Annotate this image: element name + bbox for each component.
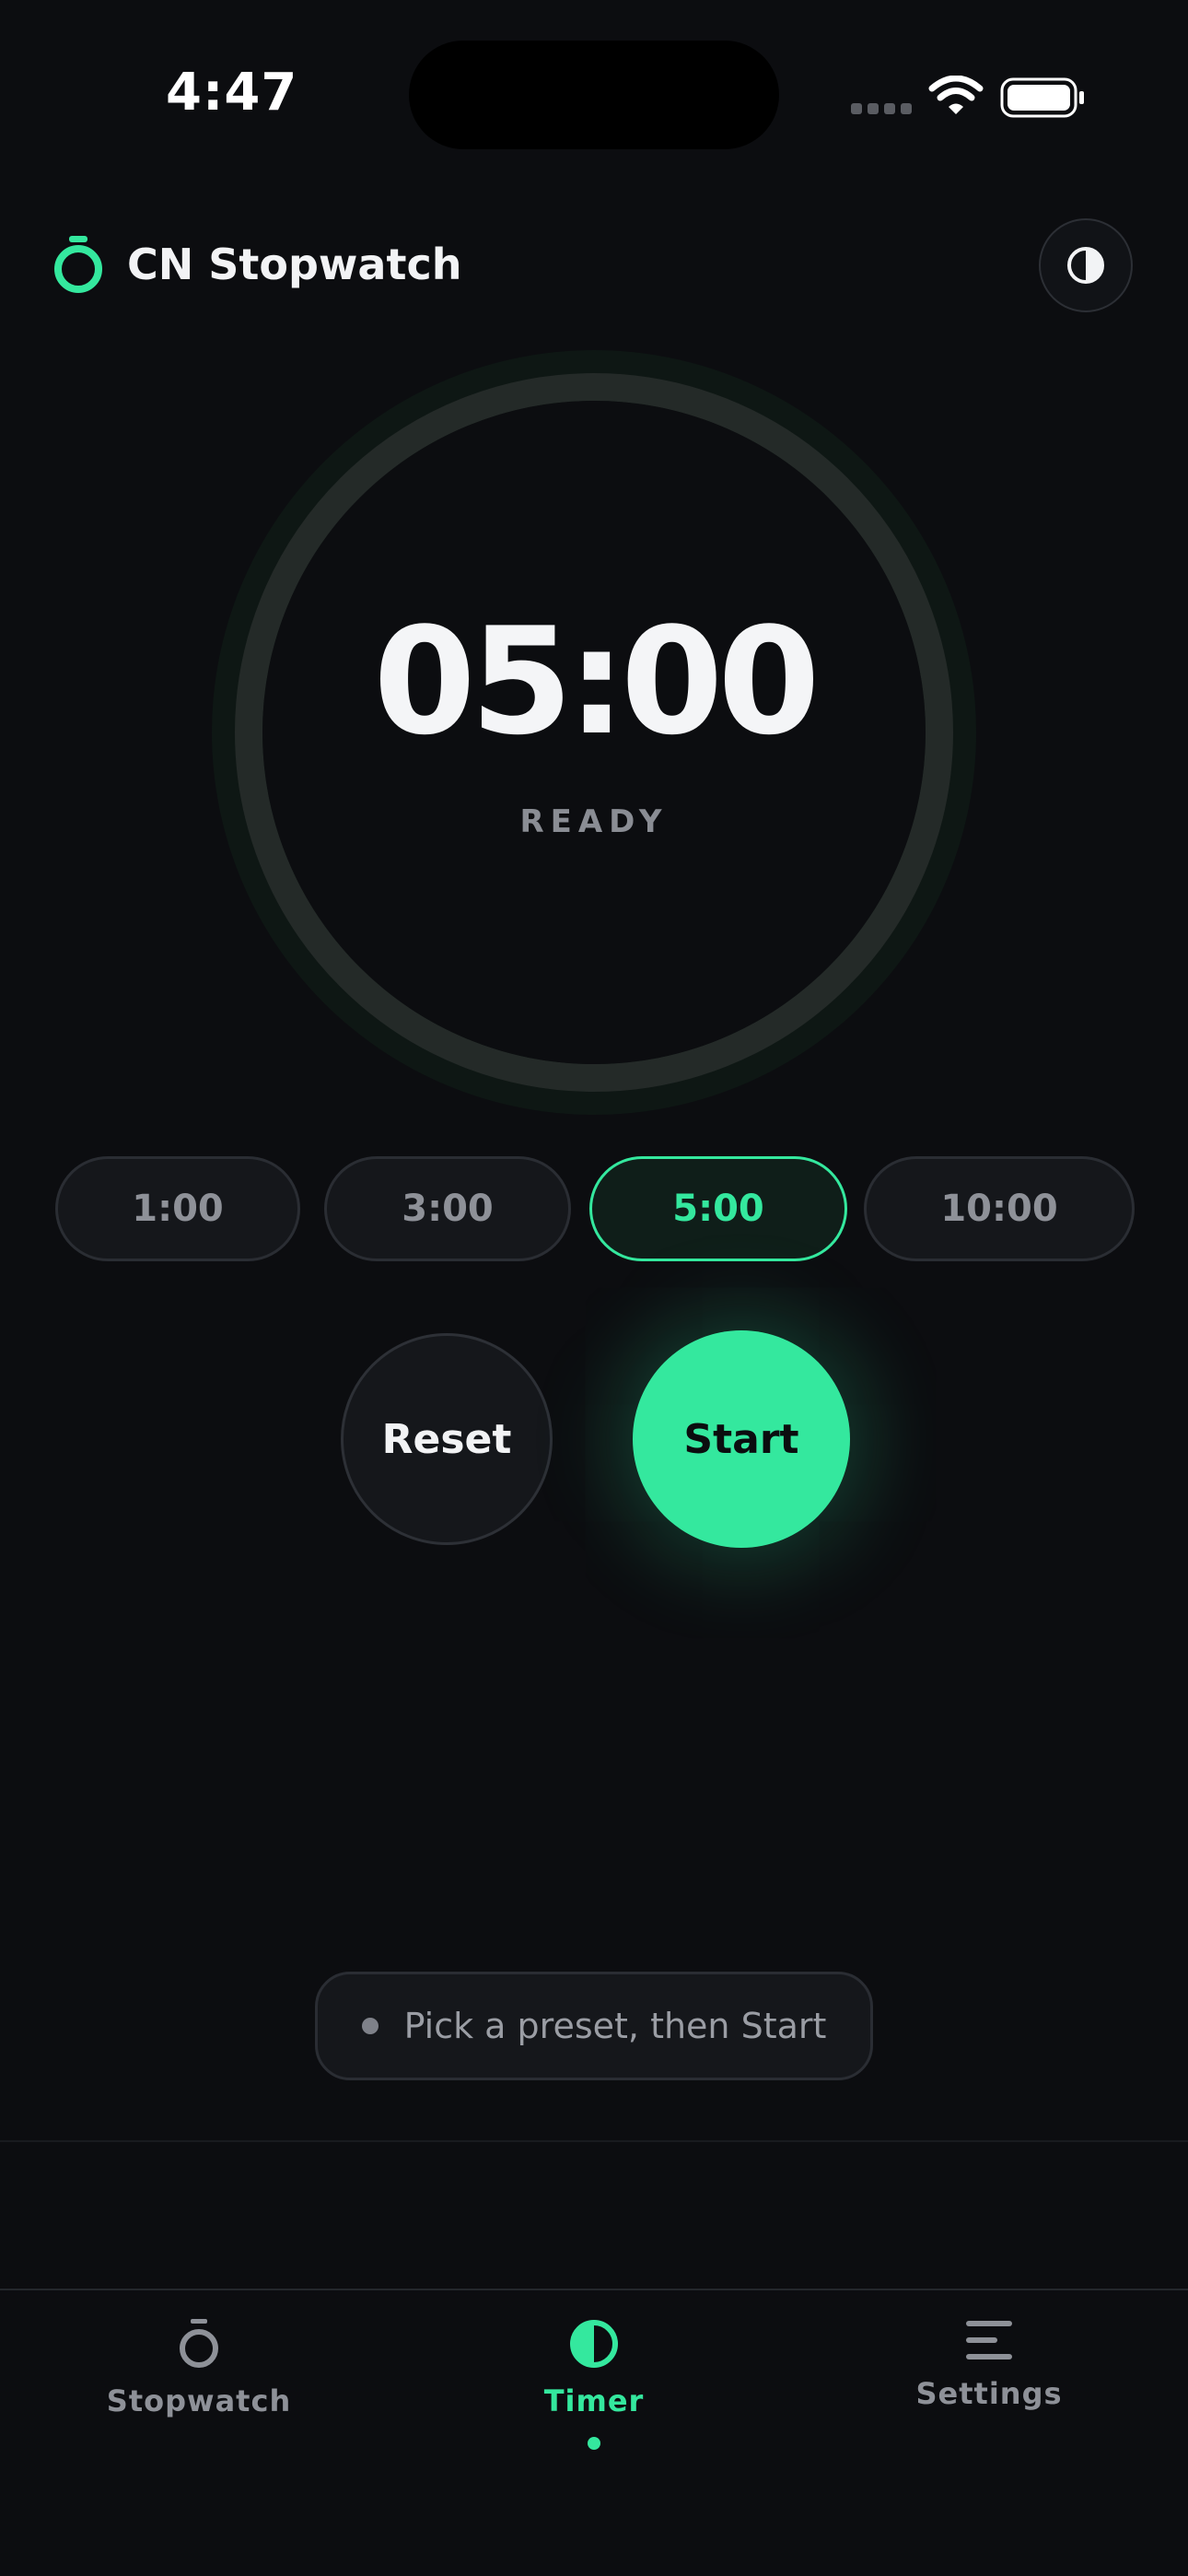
cellular-signal-icon — [851, 103, 912, 114]
tab-stopwatch[interactable]: Stopwatch — [61, 2317, 337, 2418]
battery-icon — [1000, 77, 1084, 118]
tab-settings[interactable]: Settings — [851, 2317, 1127, 2411]
tab-label: Timer — [543, 2383, 645, 2418]
content-divider — [0, 2140, 1188, 2142]
app-title: CN Stopwatch — [127, 240, 462, 289]
hint-text: Pick a preset, then Start — [403, 2006, 827, 2046]
tab-bar-divider — [0, 2289, 1188, 2290]
timer-state-label: READY — [519, 803, 669, 840]
tab-label: Settings — [915, 2376, 1063, 2411]
wifi-icon — [928, 76, 984, 114]
preset-1-min-button[interactable]: 1:00 — [55, 1156, 300, 1261]
timer-display: 05:00 — [373, 595, 820, 767]
app-brand: CN Stopwatch — [53, 234, 461, 295]
timer-screen: 4:47 CN Stopwatch 05:00 READY 1:00 3:00 — [0, 0, 1188, 2576]
dynamic-island — [409, 41, 779, 149]
active-tab-indicator — [588, 2437, 600, 2450]
menu-icon — [966, 2321, 1012, 2359]
theme-toggle-button[interactable] — [1039, 218, 1133, 312]
preset-3-min-button[interactable]: 3:00 — [324, 1156, 571, 1261]
tab-label: Stopwatch — [106, 2383, 292, 2418]
contrast-icon — [1067, 247, 1104, 284]
stopwatch-icon — [180, 2319, 218, 2368]
stopwatch-logo-icon — [54, 236, 102, 293]
preset-5-min-button[interactable]: 5:00 — [589, 1156, 847, 1261]
hint-pill: Pick a preset, then Start — [315, 1972, 873, 2080]
hint-dot-icon — [361, 2018, 379, 2034]
reset-button[interactable]: Reset — [341, 1333, 553, 1545]
status-time: 4:47 — [166, 63, 298, 123]
start-button[interactable]: Start — [633, 1330, 850, 1548]
tab-timer[interactable]: Timer — [456, 2317, 732, 2450]
timer-icon — [570, 2320, 618, 2368]
preset-10-min-button[interactable]: 10:00 — [864, 1156, 1135, 1261]
